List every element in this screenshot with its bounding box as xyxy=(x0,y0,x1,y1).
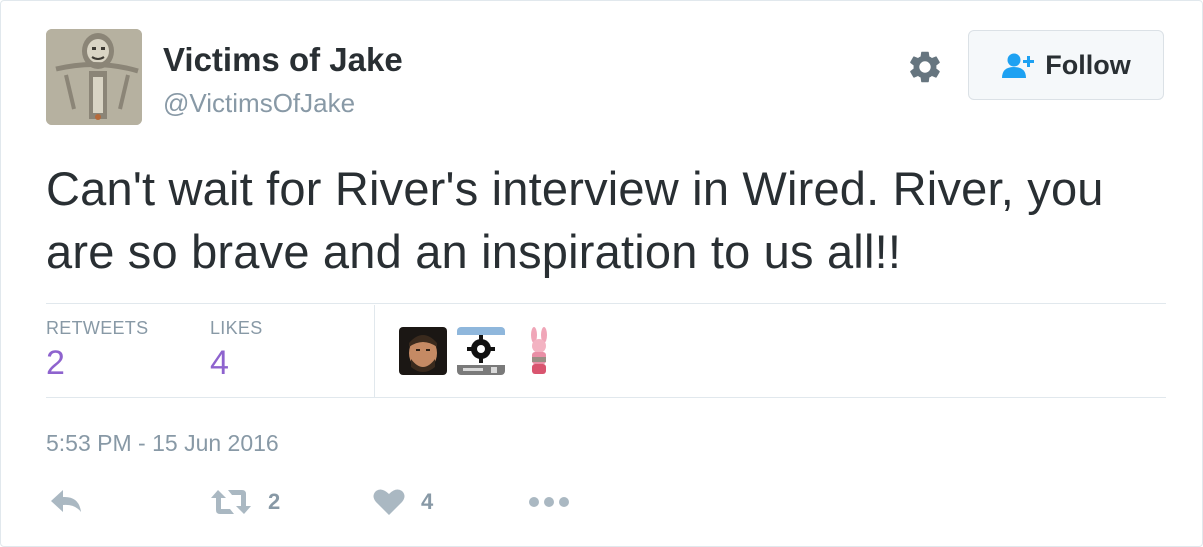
liker-avatar-image xyxy=(399,327,447,375)
tweet-timestamp[interactable]: 5:53 PM - 15 Jun 2016 xyxy=(46,428,279,458)
follow-button[interactable]: Follow xyxy=(968,30,1164,100)
retweets-label: RETWEETS xyxy=(46,318,149,338)
heart-icon xyxy=(373,489,405,515)
more-button[interactable] xyxy=(528,488,570,516)
divider-top xyxy=(46,303,1166,304)
more-dots-icon xyxy=(529,497,569,507)
likes-stat[interactable]: LIKES 4 xyxy=(210,317,263,385)
like-button[interactable]: 4 xyxy=(373,488,433,516)
reply-icon xyxy=(51,490,81,512)
stats-separator xyxy=(374,305,375,397)
follow-label: Follow xyxy=(1045,49,1131,80)
likes-label: LIKES xyxy=(210,318,263,338)
avatar-image xyxy=(46,29,142,125)
retweet-button[interactable]: 2 xyxy=(210,488,280,516)
reply-button[interactable] xyxy=(49,488,83,514)
like-count: 4 xyxy=(421,489,434,514)
retweets-stat[interactable]: RETWEETS 2 xyxy=(46,317,148,385)
tweet-text: Can't wait for River's interview in Wire… xyxy=(46,162,1104,278)
liker-avatar[interactable] xyxy=(515,327,563,375)
retweets-count: 2 xyxy=(46,344,65,382)
retweet-icon xyxy=(211,490,251,514)
liker-avatar-image xyxy=(457,327,505,375)
user-avatar[interactable] xyxy=(46,29,142,125)
retweet-count: 2 xyxy=(268,489,281,514)
liker-avatars xyxy=(399,327,563,375)
settings-button[interactable] xyxy=(903,45,947,89)
liker-avatar-image xyxy=(515,327,563,375)
user-handle[interactable]: @VictimsOfJake xyxy=(163,87,355,119)
display-name[interactable]: Victims of Jake xyxy=(163,40,403,80)
divider-bottom xyxy=(46,397,1166,398)
gear-icon xyxy=(910,51,940,83)
liker-avatar[interactable] xyxy=(399,327,447,375)
liker-avatar[interactable] xyxy=(457,327,505,375)
add-user-icon xyxy=(1002,53,1035,78)
tweet-card: Victims of Jake @VictimsOfJake Follow Ca… xyxy=(0,0,1203,547)
likes-count: 4 xyxy=(210,344,229,382)
